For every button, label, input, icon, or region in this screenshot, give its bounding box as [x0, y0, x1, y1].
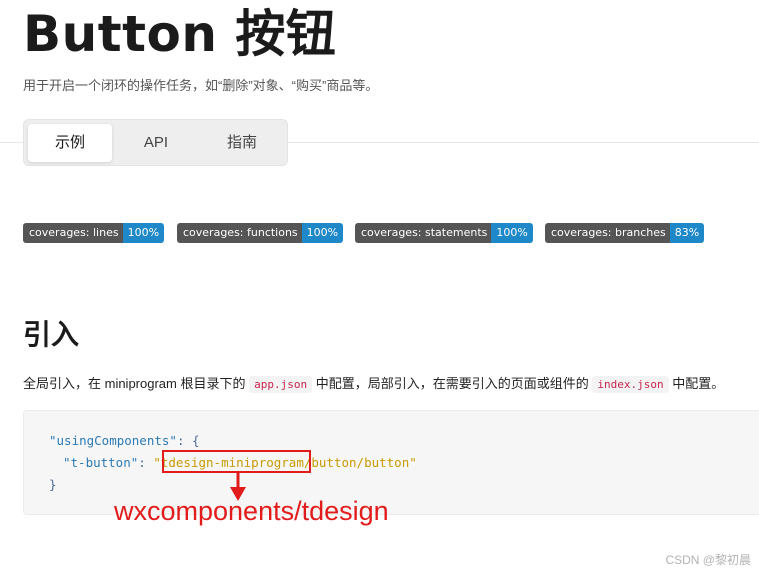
code-line-1: "usingComponents": { [49, 430, 200, 452]
badge-label: coverages: statements [355, 223, 492, 243]
inline-code-app-json: app.json [249, 376, 313, 393]
coverage-badge-branches: coverages: branches 83% [545, 223, 705, 243]
badge-value: 83% [669, 223, 705, 243]
code-line-3: } [49, 474, 57, 496]
annotation-text: wxcomponents/tdesign [114, 496, 389, 526]
code-punct: : [138, 455, 154, 470]
tab-examples[interactable]: 示例 [28, 124, 112, 162]
badge-label: coverages: functions [177, 223, 302, 243]
code-punct: : { [176, 433, 200, 448]
coverage-badge-statements: coverages: statements 100% [355, 223, 533, 243]
tab-guide[interactable]: 指南 [200, 124, 284, 162]
code-string: " [153, 455, 161, 470]
intro-text: 中配置，局部引入，在需要引入的页面或组件的 [315, 376, 589, 391]
code-string: /button/button" [303, 455, 417, 470]
code-key: "t-button" [63, 455, 139, 470]
badge-value: 100% [491, 223, 533, 243]
tab-api[interactable]: API [116, 124, 196, 162]
page-title: Button 按钮 [23, 5, 337, 63]
badge-label: coverages: lines [23, 223, 123, 243]
code-punct: } [49, 477, 57, 492]
intro-text: 全局引入，在 miniprogram 根目录下的 [23, 376, 246, 391]
intro-text: 中配置。 [672, 376, 725, 391]
badge-label: coverages: branches [545, 223, 670, 243]
tab-bar: 示例 API 指南 [23, 119, 288, 166]
code-key: "usingComponents" [49, 433, 177, 448]
badge-value: 100% [122, 223, 165, 243]
section-intro: 全局引入，在 miniprogram 根目录下的 app.json 中配置，局部… [23, 374, 724, 394]
watermark: CSDN @黎初晨 [665, 553, 751, 567]
coverage-badge-functions: coverages: functions 100% [177, 223, 344, 243]
badge-value: 100% [301, 223, 344, 243]
section-heading: 引入 [23, 318, 80, 351]
highlight-box [162, 450, 311, 473]
inline-code-index-json: index.json [592, 376, 669, 393]
page-description: 用于开启一个闭环的操作任务，如“删除”对象、“购买”商品等。 [23, 78, 379, 93]
coverage-badge-lines: coverages: lines 100% [23, 223, 165, 243]
